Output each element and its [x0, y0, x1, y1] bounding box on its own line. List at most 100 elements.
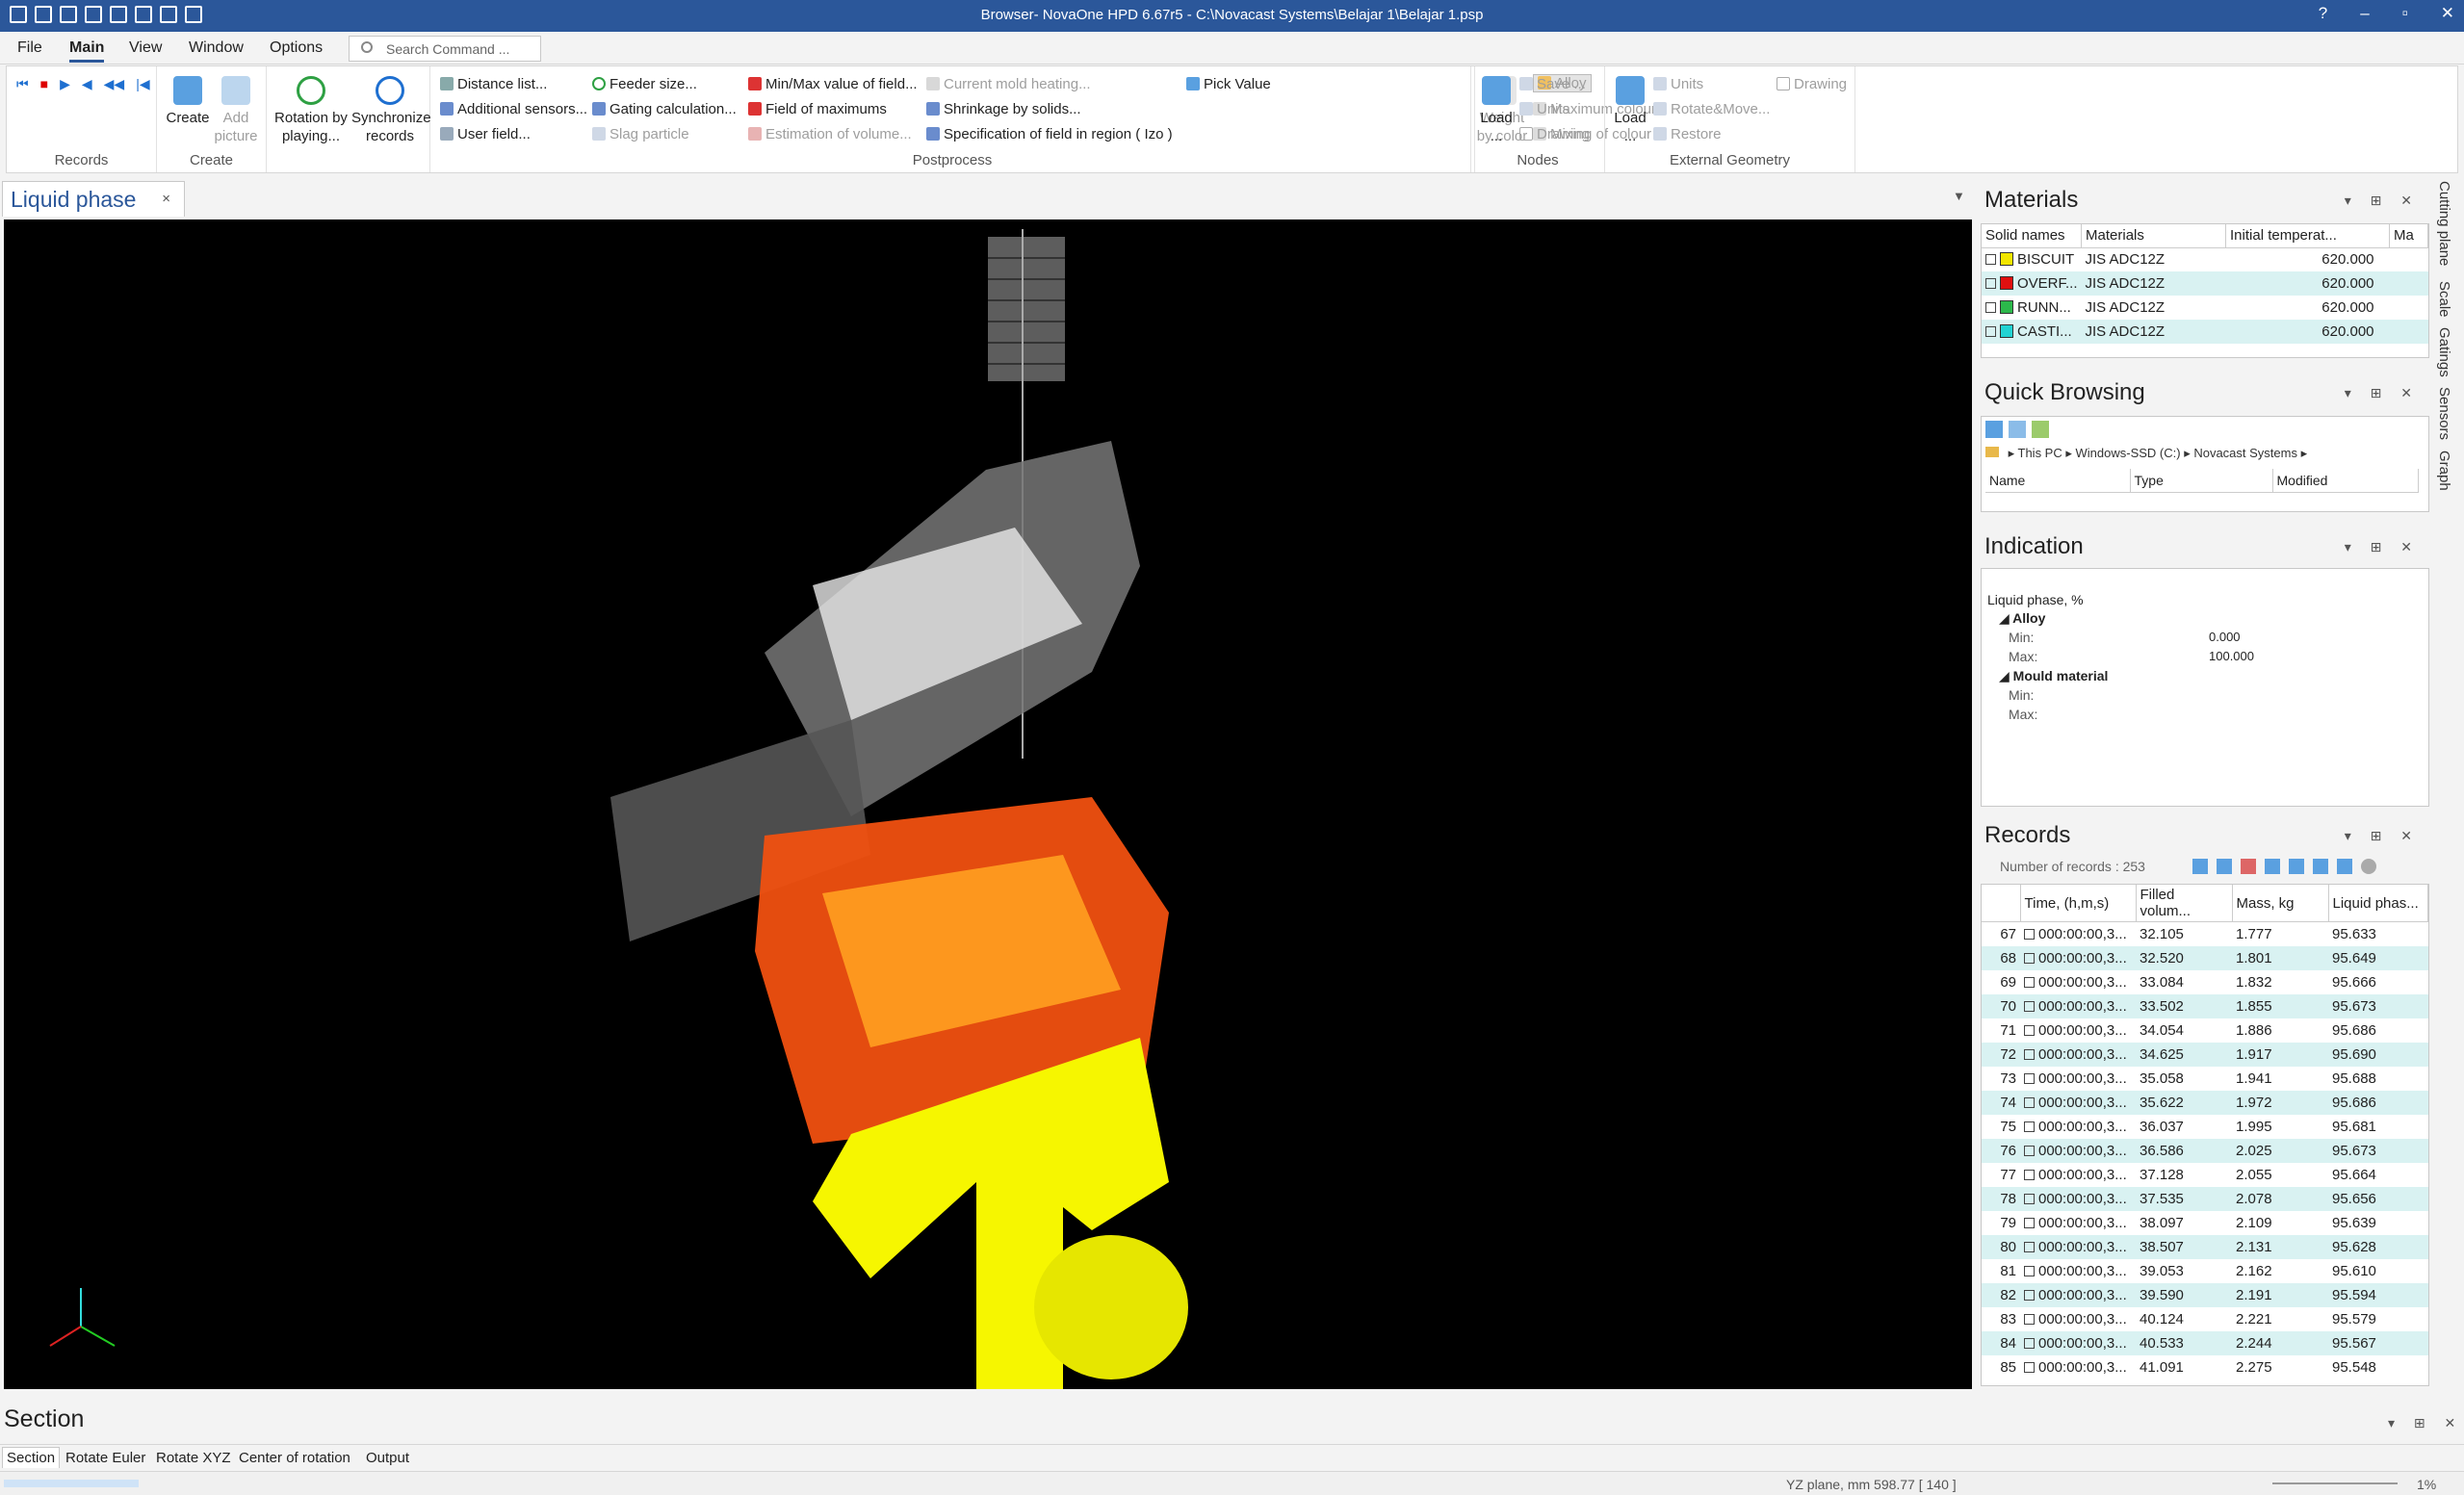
checkbox-icon[interactable]	[2024, 1048, 2035, 1060]
checkbox-icon[interactable]	[2024, 1337, 2035, 1349]
nodes-save-button[interactable]: Save ...	[1519, 76, 1586, 92]
nodes-drawing-checkbox[interactable]: Drawing	[1519, 126, 1590, 142]
header-materials[interactable]: Materials	[2081, 224, 2227, 248]
create-button[interactable]: Create	[165, 76, 211, 127]
shrinkage-button[interactable]: Shrinkage by solids...	[926, 101, 1081, 117]
checkbox-icon[interactable]	[2024, 1361, 2035, 1373]
feeder-size-button[interactable]: Feeder size...	[592, 76, 697, 92]
material-row[interactable]: CASTI... JIS ADC12Z 620.000	[1982, 320, 2428, 344]
checkbox-icon[interactable]	[2024, 1024, 2035, 1036]
synchronize-records-button[interactable]: Synchronize records	[351, 76, 431, 145]
side-tab-graph[interactable]: Graph	[2436, 451, 2452, 491]
specification-button[interactable]: Specification of field in region ( Izo )	[926, 126, 1173, 142]
checkbox-icon[interactable]	[1985, 326, 1996, 337]
table-row[interactable]: 73 000:00:00,3... 35.058 1.941 95.688	[1982, 1067, 2428, 1091]
external-drawing-checkbox[interactable]: Drawing	[1777, 76, 1847, 92]
table-row[interactable]: 83 000:00:00,3... 40.124 2.221 95.579	[1982, 1307, 2428, 1331]
columns-icon[interactable]	[2337, 859, 2352, 874]
play-record-icon[interactable]	[2265, 859, 2280, 874]
pane-controls-icon[interactable]: ▾ ⊞ ✕	[2388, 1415, 2463, 1431]
record-icon[interactable]	[2289, 859, 2304, 874]
checkbox-icon[interactable]	[2024, 1096, 2035, 1108]
table-row[interactable]: 70 000:00:00,3... 33.502 1.855 95.673	[1982, 993, 2428, 1018]
checkbox-icon[interactable]	[2024, 1217, 2035, 1228]
close-button[interactable]: ✕	[2441, 4, 2454, 23]
minimize-button[interactable]: –	[2360, 4, 2369, 23]
tab-rotate-xyz[interactable]: Rotate XYZ	[156, 1450, 231, 1466]
current-mold-heating-button[interactable]: Current mold heating...	[926, 76, 1091, 92]
pane-controls-icon[interactable]: ▾ ⊞ ✕	[2345, 539, 2420, 555]
breadcrumb-novacast[interactable]: Novacast Systems	[2193, 446, 2297, 460]
additional-sensors-button[interactable]: Additional sensors...	[440, 101, 587, 117]
checkbox-icon[interactable]	[2024, 1000, 2035, 1012]
table-row[interactable]: 71 000:00:00,3... 34.054 1.886 95.686	[1982, 1018, 2428, 1043]
header-type[interactable]: Type	[2130, 469, 2273, 493]
filter-icon[interactable]	[2241, 859, 2256, 874]
estimation-volume-button[interactable]: Estimation of volume...	[748, 126, 912, 142]
breadcrumb-this-pc[interactable]: This PC	[2018, 446, 2062, 460]
checkbox-icon[interactable]	[2024, 1289, 2035, 1301]
rotate-move-button[interactable]: Rotate&Move...	[1653, 101, 1770, 117]
table-row[interactable]: 85 000:00:00,3... 41.091 2.275 95.548	[1982, 1355, 2428, 1379]
restore-button[interactable]: ▫	[2402, 4, 2408, 23]
menu-view[interactable]: View	[129, 39, 162, 57]
slag-particle-button[interactable]: Slag particle	[592, 126, 689, 142]
nodes-units-button[interactable]: Units	[1519, 101, 1569, 117]
alloy-header[interactable]: ◢ Alloy	[1999, 610, 2045, 627]
checkbox-icon[interactable]	[2024, 1313, 2035, 1325]
checkbox-icon[interactable]	[2024, 1193, 2035, 1204]
menu-window[interactable]: Window	[189, 39, 244, 57]
header-modified[interactable]: Modified	[2272, 469, 2419, 493]
tab-center-of-rotation[interactable]: Center of rotation	[239, 1450, 350, 1466]
user-field-button[interactable]: User field...	[440, 126, 531, 142]
tab-liquid-phase[interactable]: Liquid phase ×	[2, 181, 185, 217]
table-row[interactable]: 74 000:00:00,3... 35.622 1.972 95.686	[1982, 1090, 2428, 1115]
details-icon[interactable]	[2217, 859, 2232, 874]
color-swatch[interactable]	[2000, 276, 2013, 290]
zoom-slider[interactable]	[2272, 1482, 2398, 1484]
3d-viewport[interactable]	[4, 219, 1972, 1389]
tab-rotate-euler[interactable]: Rotate Euler	[65, 1450, 145, 1466]
add-picture-button[interactable]: Add picture	[213, 76, 259, 145]
material-row[interactable]: RUNN... JIS ADC12Z 620.000	[1982, 296, 2428, 320]
table-row[interactable]: 68 000:00:00,3... 32.520 1.801 95.649	[1982, 945, 2428, 970]
external-load-button[interactable]: Load ...	[1613, 76, 1647, 145]
pane-controls-icon[interactable]: ▾ ⊞ ✕	[2345, 828, 2420, 844]
side-tab-cutting-plane[interactable]: Cutting plane	[2436, 181, 2452, 266]
table-row[interactable]: 75 000:00:00,3... 36.037 1.995 95.681	[1982, 1115, 2428, 1139]
stop-icon[interactable]: ■	[40, 76, 48, 92]
material-row[interactable]: BISCUIT JIS ADC12Z 620.000	[1982, 247, 2428, 271]
checkbox-icon[interactable]	[2024, 952, 2035, 964]
side-tab-scale[interactable]: Scale	[2436, 281, 2452, 318]
checkbox-icon[interactable]	[1985, 278, 1996, 289]
help-icon[interactable]: ?	[2319, 4, 2327, 23]
rewind-icon[interactable]: ◀◀	[104, 76, 125, 92]
close-tab-icon[interactable]: ×	[162, 191, 170, 207]
step-back-icon[interactable]: ◀	[82, 76, 92, 92]
checkbox-icon[interactable]	[2024, 928, 2035, 940]
tab-section[interactable]: Section	[2, 1447, 61, 1468]
header-filled-volume[interactable]: Filled volum...	[2136, 885, 2233, 922]
menu-file[interactable]: File	[17, 39, 42, 57]
menu-main[interactable]: Main	[69, 39, 105, 63]
table-row[interactable]: 80 000:00:00,3... 38.507 2.131 95.628	[1982, 1234, 2428, 1259]
distance-list-button[interactable]: Distance list...	[440, 76, 547, 92]
pick-value-button[interactable]: Pick Value	[1186, 76, 1271, 92]
header-mass[interactable]: Mass, kg	[2232, 885, 2329, 922]
checkbox-icon[interactable]	[1985, 254, 1996, 266]
table-row[interactable]: 77 000:00:00,3... 37.128 2.055 95.664	[1982, 1163, 2428, 1187]
header-solid-names[interactable]: Solid names	[1982, 224, 2083, 248]
list-icon[interactable]	[2192, 859, 2208, 874]
mould-header[interactable]: ◢ Mould material	[1999, 668, 2108, 684]
browse-refresh-icon[interactable]	[2032, 421, 2049, 438]
checkbox-icon[interactable]	[2024, 1241, 2035, 1252]
tab-output[interactable]: Output	[366, 1450, 409, 1466]
min-max-button[interactable]: Min/Max value of field...	[748, 76, 918, 92]
restore-button[interactable]: Restore	[1653, 126, 1722, 142]
table-row[interactable]: 76 000:00:00,3... 36.586 2.025 95.673	[1982, 1138, 2428, 1163]
table-row[interactable]: 69 000:00:00,3... 33.084 1.832 95.666	[1982, 970, 2428, 994]
settings-icon[interactable]	[2361, 859, 2376, 874]
browse-link-icon[interactable]	[2009, 421, 2026, 438]
checkbox-icon[interactable]	[1985, 302, 1996, 313]
header-liquid-phase[interactable]: Liquid phas...	[2328, 885, 2428, 922]
